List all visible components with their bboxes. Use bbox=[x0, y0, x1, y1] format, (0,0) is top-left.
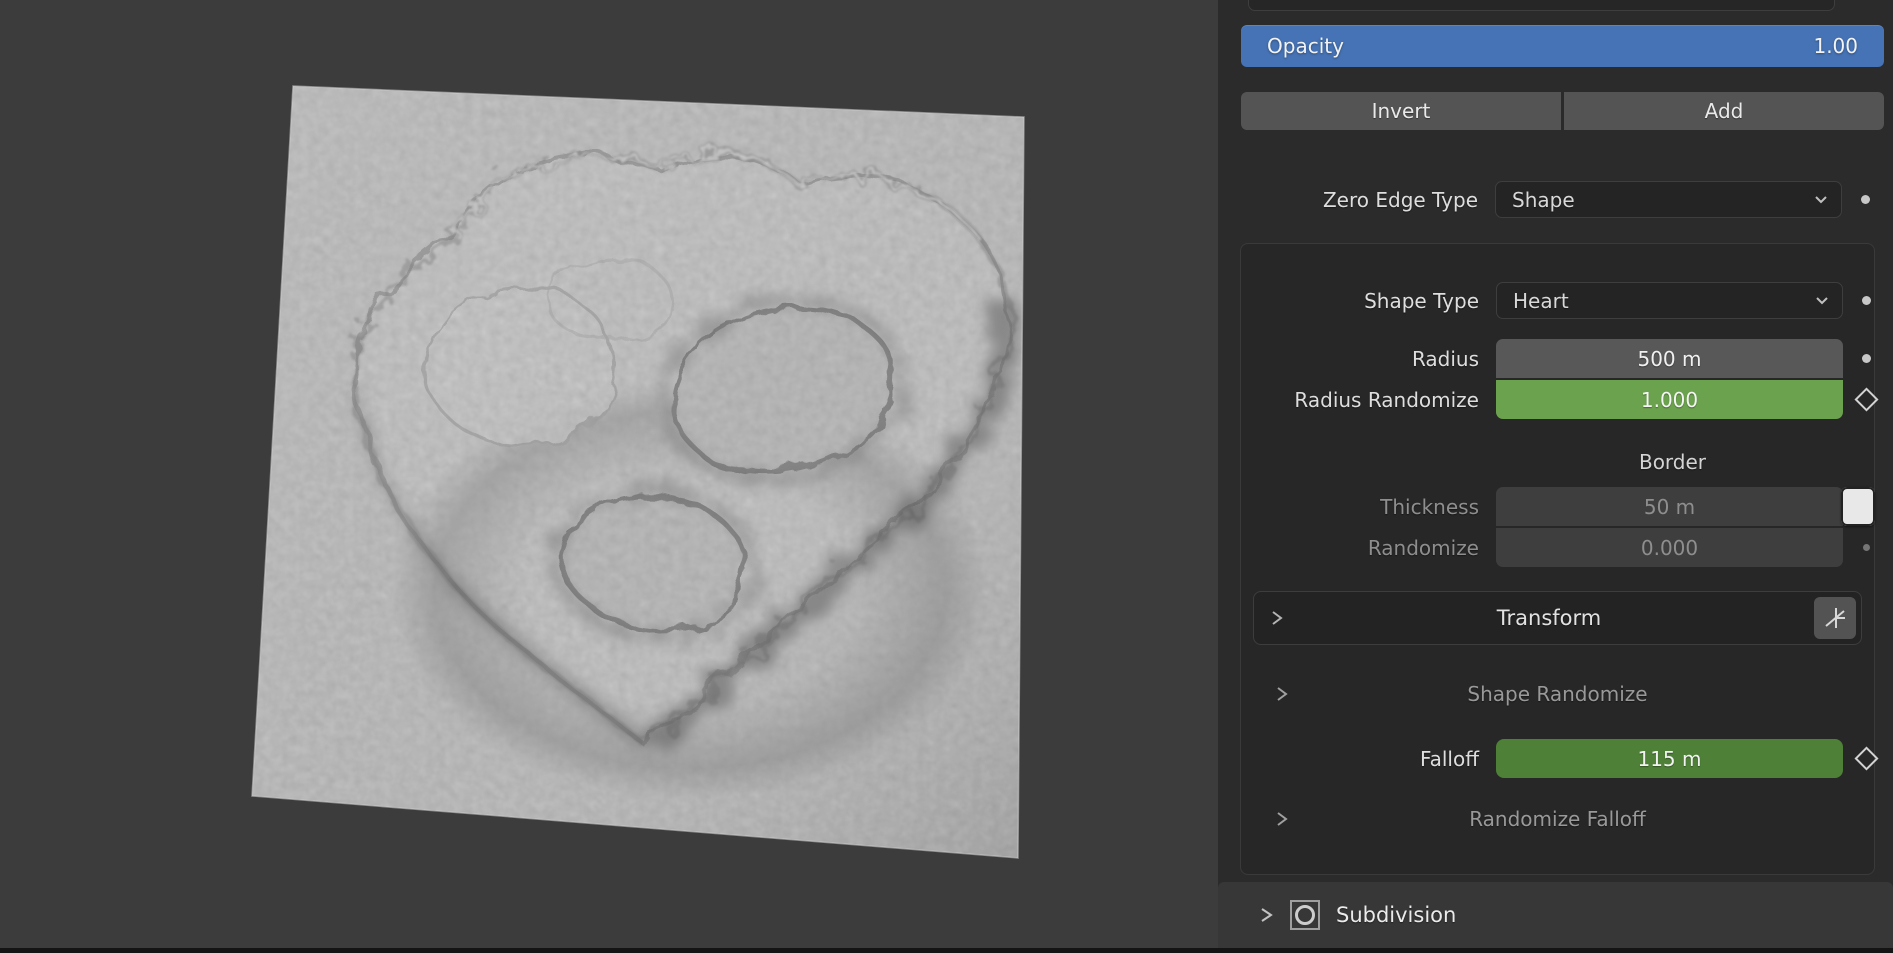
chevron-right-icon bbox=[1258, 904, 1274, 926]
add-button[interactable]: Add bbox=[1564, 92, 1884, 130]
zero-edge-type-label: Zero Edge Type bbox=[1243, 181, 1478, 218]
invert-button[interactable]: Invert bbox=[1241, 92, 1561, 130]
shape-type-dropdown[interactable]: Heart bbox=[1496, 282, 1843, 319]
shape-randomize-title: Shape Randomize bbox=[1241, 682, 1874, 706]
decorator-dot[interactable] bbox=[1861, 195, 1870, 204]
chevron-down-icon bbox=[1814, 289, 1830, 313]
transform-axes-button[interactable] bbox=[1814, 597, 1856, 639]
shape-subpanel: Shape Type Heart Radius 500 m Radius Ran… bbox=[1240, 243, 1875, 875]
zero-edge-type-value: Shape bbox=[1512, 188, 1575, 212]
randomize-falloff-title: Randomize Falloff bbox=[1241, 807, 1874, 831]
border-randomize-field[interactable]: 0.000 bbox=[1496, 528, 1843, 567]
keyframe-diamond-icon[interactable] bbox=[1854, 387, 1878, 411]
falloff-field[interactable]: 115 m bbox=[1496, 739, 1843, 778]
shape-type-row: Shape Type Heart bbox=[1244, 282, 1890, 319]
opacity-value: 1.00 bbox=[1813, 34, 1858, 58]
falloff-row: Falloff 115 m bbox=[1244, 739, 1890, 778]
invert-add-button-row: Invert Add bbox=[1241, 92, 1884, 130]
subdivision-panel-header[interactable]: Subdivision bbox=[1218, 882, 1893, 948]
decorator-dot[interactable] bbox=[1862, 354, 1871, 363]
properties-panel: Opacity 1.00 Invert Add Zero Edge Type S… bbox=[1218, 0, 1893, 953]
chevron-right-icon bbox=[1270, 608, 1284, 628]
zero-edge-type-dropdown[interactable]: Shape bbox=[1495, 181, 1842, 218]
terrain-heightmap-plane bbox=[0, 0, 1218, 953]
falloff-label: Falloff bbox=[1244, 739, 1479, 778]
subdivision-title: Subdivision bbox=[1336, 903, 1456, 927]
top-partial-field[interactable] bbox=[1248, 0, 1835, 11]
thickness-row: Thickness 50 m bbox=[1244, 487, 1843, 526]
transform-axes-icon bbox=[1822, 605, 1848, 631]
radius-row: Radius 500 m bbox=[1244, 339, 1890, 378]
transform-panel-header[interactable]: Transform bbox=[1253, 591, 1862, 645]
viewport-3d[interactable] bbox=[0, 0, 1218, 953]
radius-label: Radius bbox=[1244, 339, 1479, 378]
border-randomize-row: Randomize 0.000 bbox=[1244, 528, 1890, 567]
subdivision-modifier-icon bbox=[1288, 898, 1322, 932]
decorator-dot[interactable] bbox=[1863, 544, 1870, 551]
window-bottom-edge bbox=[0, 948, 1893, 953]
radius-field[interactable]: 500 m bbox=[1496, 339, 1843, 378]
transform-title: Transform bbox=[1284, 606, 1814, 630]
border-header: Border bbox=[1499, 450, 1846, 474]
chevron-down-icon bbox=[1813, 188, 1829, 212]
radius-randomize-label: Radius Randomize bbox=[1244, 380, 1479, 419]
shape-type-label: Shape Type bbox=[1244, 282, 1479, 319]
zero-edge-type-row: Zero Edge Type Shape bbox=[1243, 181, 1889, 218]
thickness-field[interactable]: 50 m bbox=[1496, 487, 1843, 526]
shape-randomize-header[interactable]: Shape Randomize bbox=[1241, 674, 1874, 714]
randomize-falloff-header[interactable]: Randomize Falloff bbox=[1241, 801, 1874, 837]
border-checkbox[interactable] bbox=[1841, 487, 1875, 526]
opacity-label: Opacity bbox=[1267, 34, 1344, 58]
thickness-label: Thickness bbox=[1244, 487, 1479, 526]
keyframe-diamond-icon[interactable] bbox=[1854, 746, 1878, 770]
decorator-dot[interactable] bbox=[1862, 296, 1871, 305]
opacity-slider[interactable]: Opacity 1.00 bbox=[1241, 25, 1884, 67]
shape-type-value: Heart bbox=[1513, 289, 1569, 313]
radius-randomize-row: Radius Randomize 1.000 bbox=[1244, 380, 1890, 419]
radius-randomize-field[interactable]: 1.000 bbox=[1496, 380, 1843, 419]
border-randomize-label: Randomize bbox=[1244, 528, 1479, 567]
blender-window: Opacity 1.00 Invert Add Zero Edge Type S… bbox=[0, 0, 1893, 953]
